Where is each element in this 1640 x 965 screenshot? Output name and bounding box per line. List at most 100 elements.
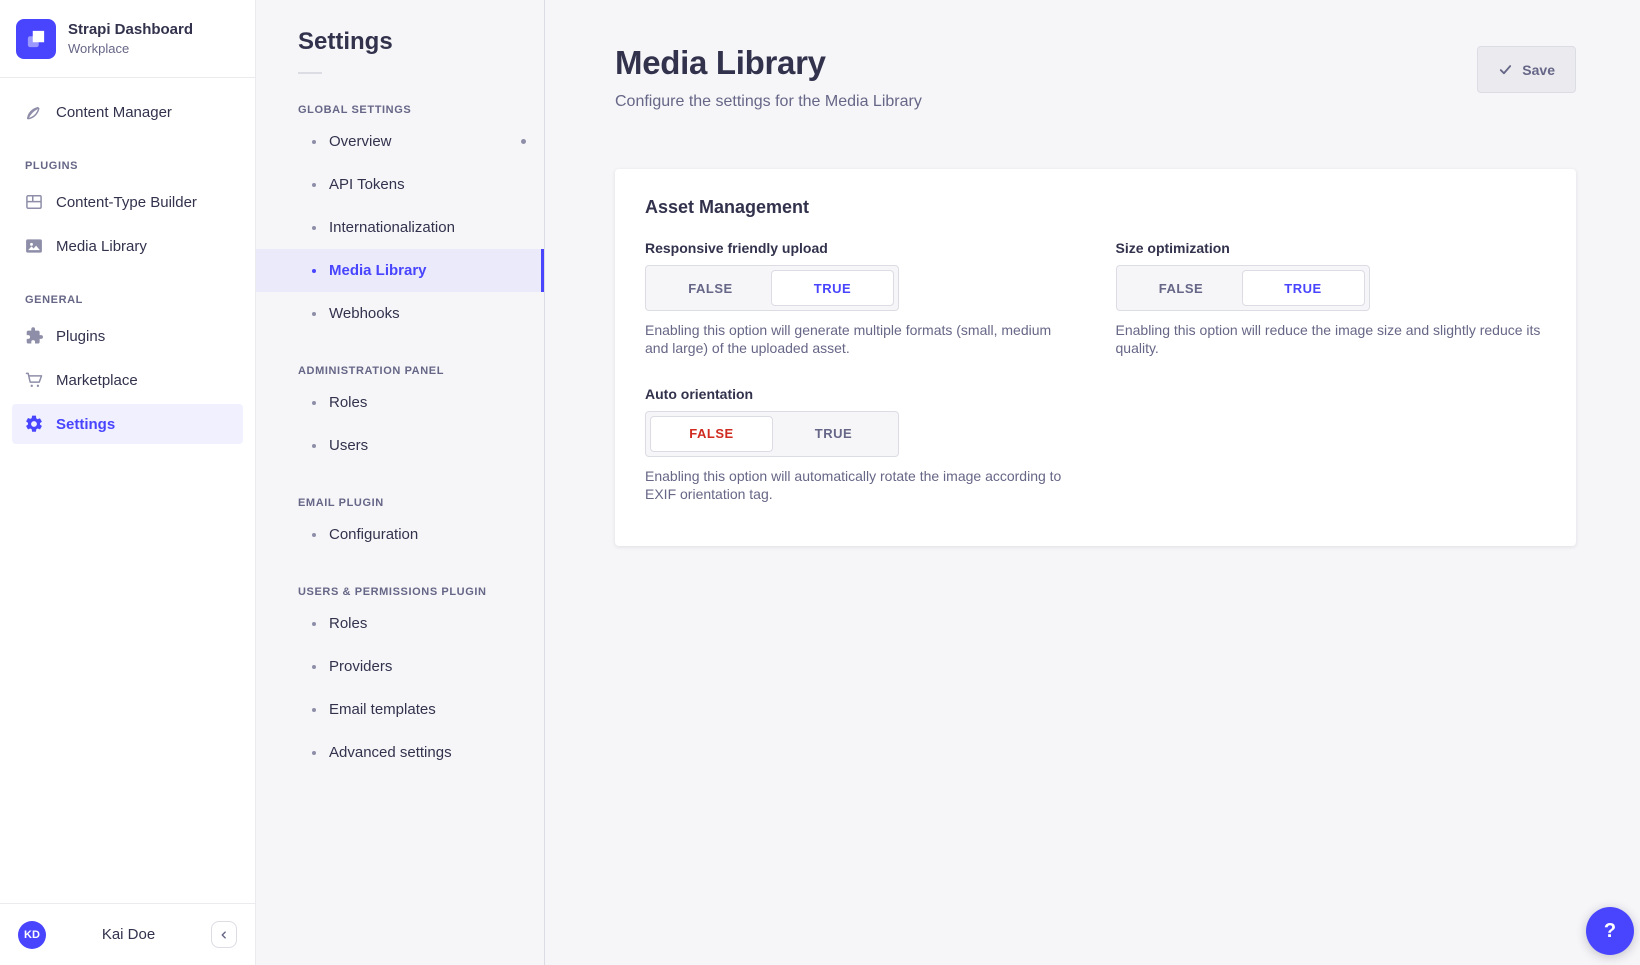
asset-management-card: Asset Management Responsive friendly upl… — [615, 169, 1576, 546]
main-content: Media Library Configure the settings for… — [545, 0, 1640, 965]
field-label: Responsive friendly upload — [645, 240, 1076, 256]
settings-nav-item-label: Configuration — [329, 526, 418, 543]
settings-sidebar: Settings GLOBAL SETTINGS Overview API To… — [256, 0, 545, 965]
bullet-icon — [312, 708, 316, 712]
collapse-sidebar-button[interactable] — [211, 921, 237, 948]
bullet-icon — [312, 226, 316, 230]
chevron-left-icon — [217, 928, 231, 942]
toggle-option-false[interactable]: FALSE — [1121, 270, 1242, 306]
title-divider — [298, 72, 322, 74]
sidebar-item-label: Marketplace — [56, 372, 138, 389]
image-icon — [24, 236, 44, 256]
settings-nav-item-label: Providers — [329, 658, 392, 675]
settings-navigation: GLOBAL SETTINGS Overview API Tokens Inte… — [256, 104, 544, 774]
sidebar-item-content-type-builder[interactable]: Content-Type Builder — [12, 182, 243, 222]
sidebar-item-plugins[interactable]: Plugins — [12, 316, 243, 356]
boolean-toggle[interactable]: FALSETRUE — [645, 411, 899, 457]
cart-icon — [24, 370, 44, 390]
sidebar-item-media-library[interactable]: Media Library — [12, 226, 243, 266]
workspace-name: Workplace — [68, 41, 193, 56]
setting-field-auto-orientation: Auto orientation FALSETRUE Enabling this… — [645, 386, 1076, 504]
settings-nav-item-internationalization[interactable]: Internationalization — [256, 206, 544, 249]
sidebar-item-marketplace[interactable]: Marketplace — [12, 360, 243, 400]
bullet-icon — [312, 665, 316, 669]
user-name: Kai Doe — [58, 926, 199, 943]
settings-section-header: ADMINISTRATION PANEL — [298, 365, 502, 377]
field-description: Enabling this option will reduce the ima… — [1116, 321, 1547, 358]
toggle-option-true[interactable]: TRUE — [773, 416, 894, 452]
save-button-label: Save — [1522, 62, 1555, 78]
layout-icon — [24, 192, 44, 212]
page-title: Media Library — [615, 44, 922, 82]
settings-nav-item-label: Internationalization — [329, 219, 455, 236]
toggle-option-true[interactable]: TRUE — [1242, 270, 1365, 306]
settings-nav-item-label: Overview — [329, 133, 392, 150]
settings-nav-item-label: Users — [329, 437, 368, 454]
help-button[interactable]: ? — [1586, 907, 1634, 955]
field-label: Size optimization — [1116, 240, 1547, 256]
workspace-header[interactable]: Strapi Dashboard Workplace — [0, 0, 255, 78]
settings-section-header: EMAIL PLUGIN — [298, 497, 502, 509]
setting-field-responsive-friendly-upload: Responsive friendly upload FALSETRUE Ena… — [645, 240, 1076, 358]
settings-nav-item-media-library[interactable]: Media Library — [256, 249, 544, 292]
sidebar-section-header: PLUGINS — [25, 160, 243, 172]
check-icon — [1498, 62, 1513, 77]
toggle-option-false[interactable]: FALSE — [650, 270, 771, 306]
settings-nav-item-label: Media Library — [329, 262, 427, 279]
main-sidebar: Strapi Dashboard Workplace Content Manag… — [0, 0, 256, 965]
avatar: KD — [18, 921, 46, 949]
bullet-icon — [312, 140, 316, 144]
field-label: Auto orientation — [645, 386, 1076, 402]
field-description: Enabling this option will automatically … — [645, 467, 1076, 504]
settings-nav-item-email-templates[interactable]: Email templates — [256, 688, 544, 731]
bullet-icon — [312, 312, 316, 316]
toggle-option-true[interactable]: TRUE — [771, 270, 894, 306]
settings-nav-item-label: API Tokens — [329, 176, 405, 193]
page-subtitle: Configure the settings for the Media Lib… — [615, 93, 922, 111]
settings-nav-item-configuration[interactable]: Configuration — [256, 513, 544, 556]
settings-section-header: USERS & PERMISSIONS PLUGIN — [298, 586, 502, 598]
settings-nav-item-label: Roles — [329, 615, 367, 632]
app-window: Strapi Dashboard Workplace Content Manag… — [0, 0, 1640, 965]
settings-section-header: GLOBAL SETTINGS — [298, 104, 502, 116]
settings-nav-item-providers[interactable]: Providers — [256, 645, 544, 688]
settings-nav-item-overview[interactable]: Overview — [256, 120, 544, 163]
settings-title: Settings — [298, 28, 544, 56]
settings-nav-item-label: Webhooks — [329, 305, 400, 322]
bullet-icon — [312, 444, 316, 448]
feather-pen-icon — [24, 102, 44, 122]
user-footer: KD Kai Doe — [0, 903, 255, 965]
settings-nav-item-api-tokens[interactable]: API Tokens — [256, 163, 544, 206]
app-title: Strapi Dashboard — [68, 21, 193, 39]
main-navigation: Content Manager PLUGINS Content-Type Buil… — [0, 78, 255, 903]
bullet-icon — [312, 533, 316, 537]
settings-nav-item-label: Email templates — [329, 701, 436, 718]
bullet-icon — [312, 269, 316, 273]
settings-nav-item-roles[interactable]: Roles — [256, 602, 544, 645]
sidebar-item-label: Settings — [56, 416, 115, 433]
settings-nav-item-advanced-settings[interactable]: Advanced settings — [256, 731, 544, 774]
notification-dot-icon — [521, 139, 526, 144]
save-button[interactable]: Save — [1477, 46, 1576, 93]
sidebar-item-label: Content-Type Builder — [56, 194, 197, 211]
boolean-toggle[interactable]: FALSETRUE — [645, 265, 899, 311]
settings-nav-item-webhooks[interactable]: Webhooks — [256, 292, 544, 335]
sidebar-item-content-manager[interactable]: Content Manager — [12, 92, 243, 132]
settings-nav-item-roles[interactable]: Roles — [256, 381, 544, 424]
sidebar-section-header: GENERAL — [25, 294, 243, 306]
page-header: Media Library Configure the settings for… — [615, 44, 1576, 111]
sidebar-item-settings[interactable]: Settings — [12, 404, 243, 444]
bullet-icon — [312, 622, 316, 626]
sidebar-item-label: Content Manager — [56, 104, 172, 121]
boolean-toggle[interactable]: FALSETRUE — [1116, 265, 1370, 311]
field-description: Enabling this option will generate multi… — [645, 321, 1076, 358]
settings-nav-item-label: Advanced settings — [329, 744, 452, 761]
puzzle-icon — [24, 326, 44, 346]
settings-fields: Responsive friendly upload FALSETRUE Ena… — [645, 240, 1546, 504]
sidebar-item-label: Media Library — [56, 238, 147, 255]
card-title: Asset Management — [645, 197, 1546, 218]
bullet-icon — [312, 183, 316, 187]
settings-nav-item-users[interactable]: Users — [256, 424, 544, 467]
sidebar-item-label: Plugins — [56, 328, 105, 345]
toggle-option-false[interactable]: FALSE — [650, 416, 773, 452]
